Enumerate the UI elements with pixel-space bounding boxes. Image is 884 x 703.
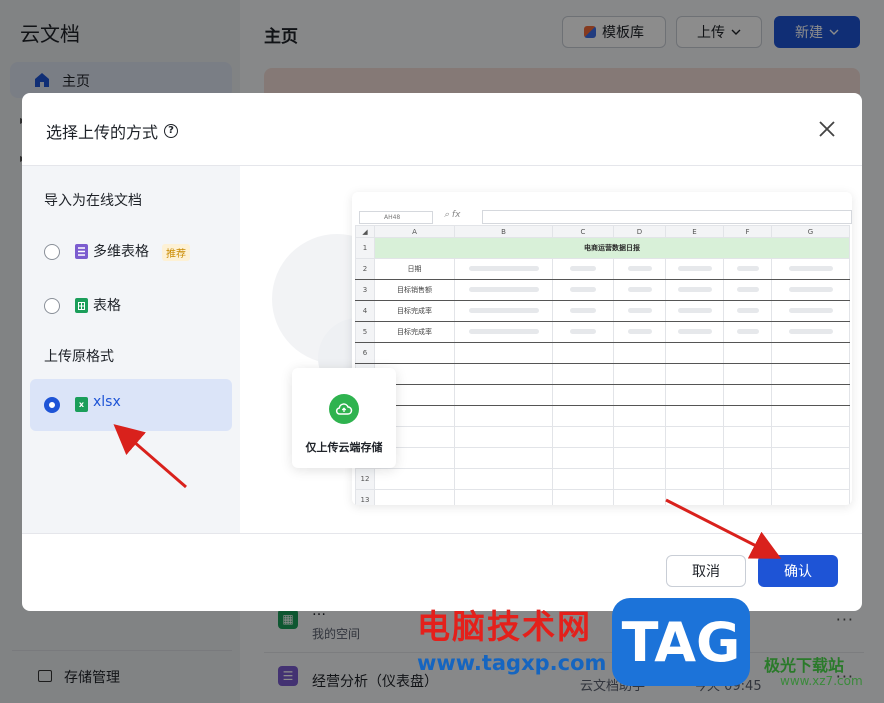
watermark-url: www.tagxp.com [417,651,607,675]
formula-icon: ⌕ fx [444,210,461,220]
divider [22,533,862,534]
dialog-title: 选择上传的方式 ? [46,119,179,143]
dialog-title-text: 选择上传的方式 [46,123,159,142]
option-sheet[interactable]: 表格 [30,280,232,332]
radio-bitable[interactable] [44,244,60,260]
cloud-icon [329,394,359,424]
option-label: 表格 [93,298,121,314]
section-label-original: 上传原格式 [44,349,114,365]
formula-bar [482,210,852,224]
watermark-site-url: www.xz7.com [780,674,863,688]
cell-reference-box: AH48 [359,211,433,224]
upload-options-pane: 导入为在线文档 多维表格 推荐 表格 上传原格式 x xlsx [22,166,240,533]
preview-area: AH48 ⌕ fx ◢ A B C D E F G 1 电商运营数据日报 2 日期 … [240,166,862,533]
option-label: 多维表格 [93,244,149,260]
cloud-storage-label: 仅上传云端存储 [305,441,383,454]
option-label: xlsx [93,394,121,410]
bitable-icon [75,244,88,259]
xlsx-file-icon: x [75,397,88,412]
watermark-tag-logo: TAG [612,598,750,686]
radio-sheet[interactable] [44,298,60,314]
sheet-title: 电商运营数据日报 [374,237,850,259]
sheet-icon [75,298,88,313]
upload-method-dialog: 选择上传的方式 ? 导入为在线文档 多维表格 推荐 表格 上传原格式 x xls… [22,93,862,611]
help-icon[interactable]: ? [164,124,179,138]
spreadsheet-preview: AH48 ⌕ fx ◢ A B C D E F G 1 电商运营数据日报 2 日期 … [352,192,852,505]
fx-label: fx [451,210,461,220]
cloud-storage-card: 仅上传云端存储 [292,368,396,468]
watermark-site: 极光下载站 [764,656,845,675]
radio-xlsx[interactable] [44,397,60,413]
option-xlsx[interactable]: x xlsx [30,379,232,431]
confirm-button[interactable]: 确认 [758,555,838,587]
section-label-online: 导入为在线文档 [44,193,142,209]
close-icon[interactable] [817,119,837,139]
option-bitable[interactable]: 多维表格 推荐 [30,226,232,278]
cancel-button[interactable]: 取消 [666,555,746,587]
recommended-badge: 推荐 [162,244,190,261]
preview-grid: ◢ A B C D E F G 1 电商运营数据日报 2 日期 3 目标销售额 4 目标… [355,225,850,505]
watermark-text: 电脑技术网 [417,607,592,646]
